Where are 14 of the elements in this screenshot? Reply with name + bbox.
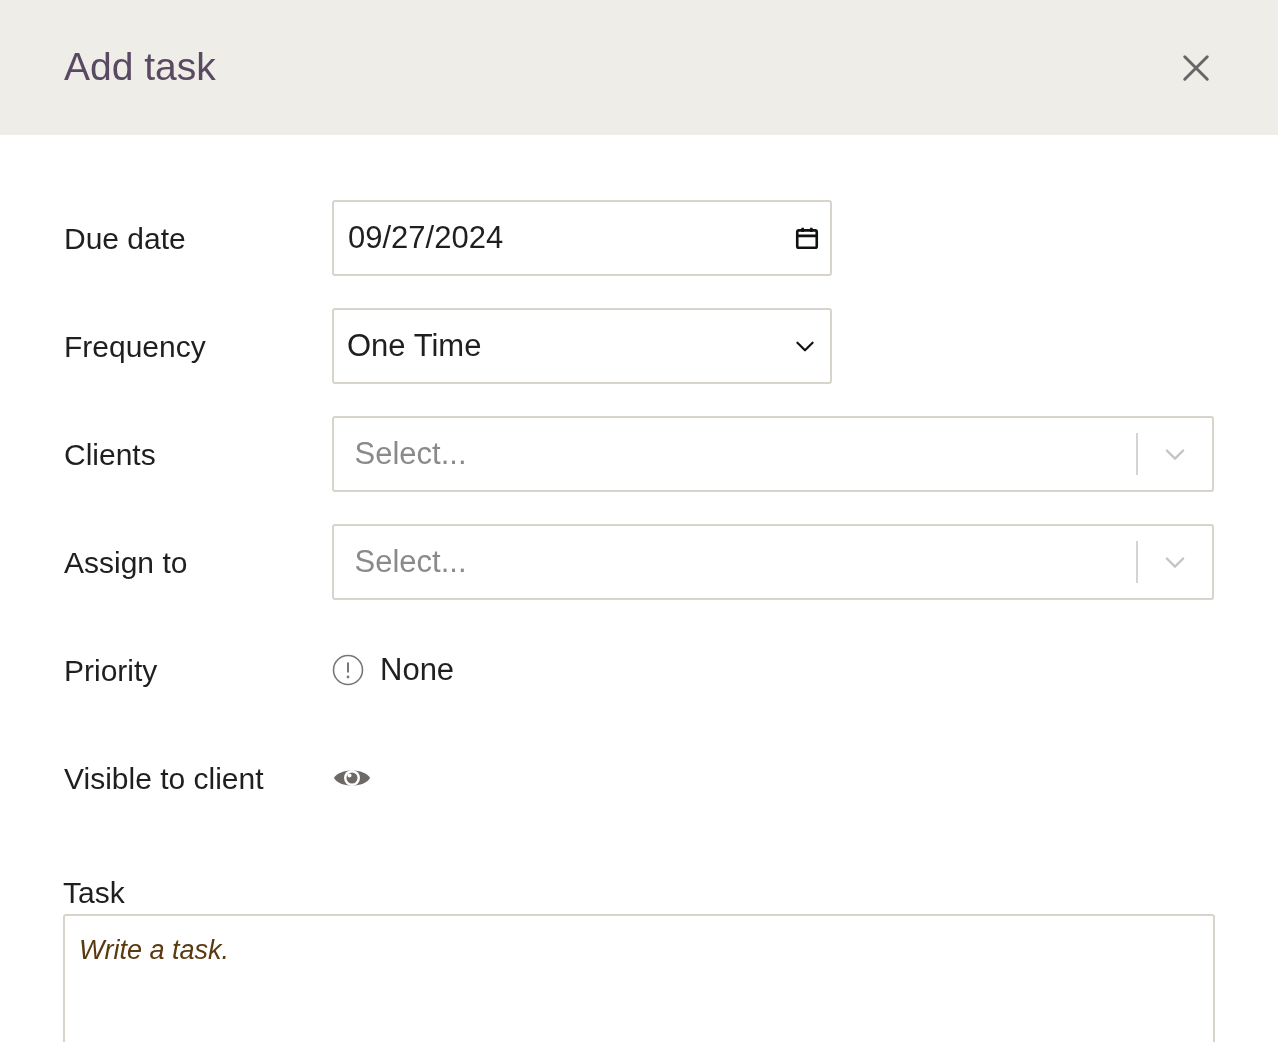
field-label: Priority (64, 652, 159, 689)
date-field[interactable]: 09/27/2024 (332, 200, 832, 276)
calendar-icon (794, 225, 820, 251)
field-label: Assign to (64, 544, 189, 581)
field-label: Task (63, 876, 126, 910)
field-label: Frequency (64, 328, 207, 365)
priority-value[interactable]: None (380, 646, 455, 694)
dialog-title: Add task (64, 43, 216, 90)
exclamation-circle-icon (332, 654, 364, 686)
field-label: Clients (64, 436, 157, 473)
field-label: Due date (64, 220, 187, 257)
task-field[interactable]: Write a task. (63, 914, 1215, 1042)
dropdown[interactable]: One Time (332, 308, 832, 384)
field-label: Visible to client (64, 760, 265, 797)
